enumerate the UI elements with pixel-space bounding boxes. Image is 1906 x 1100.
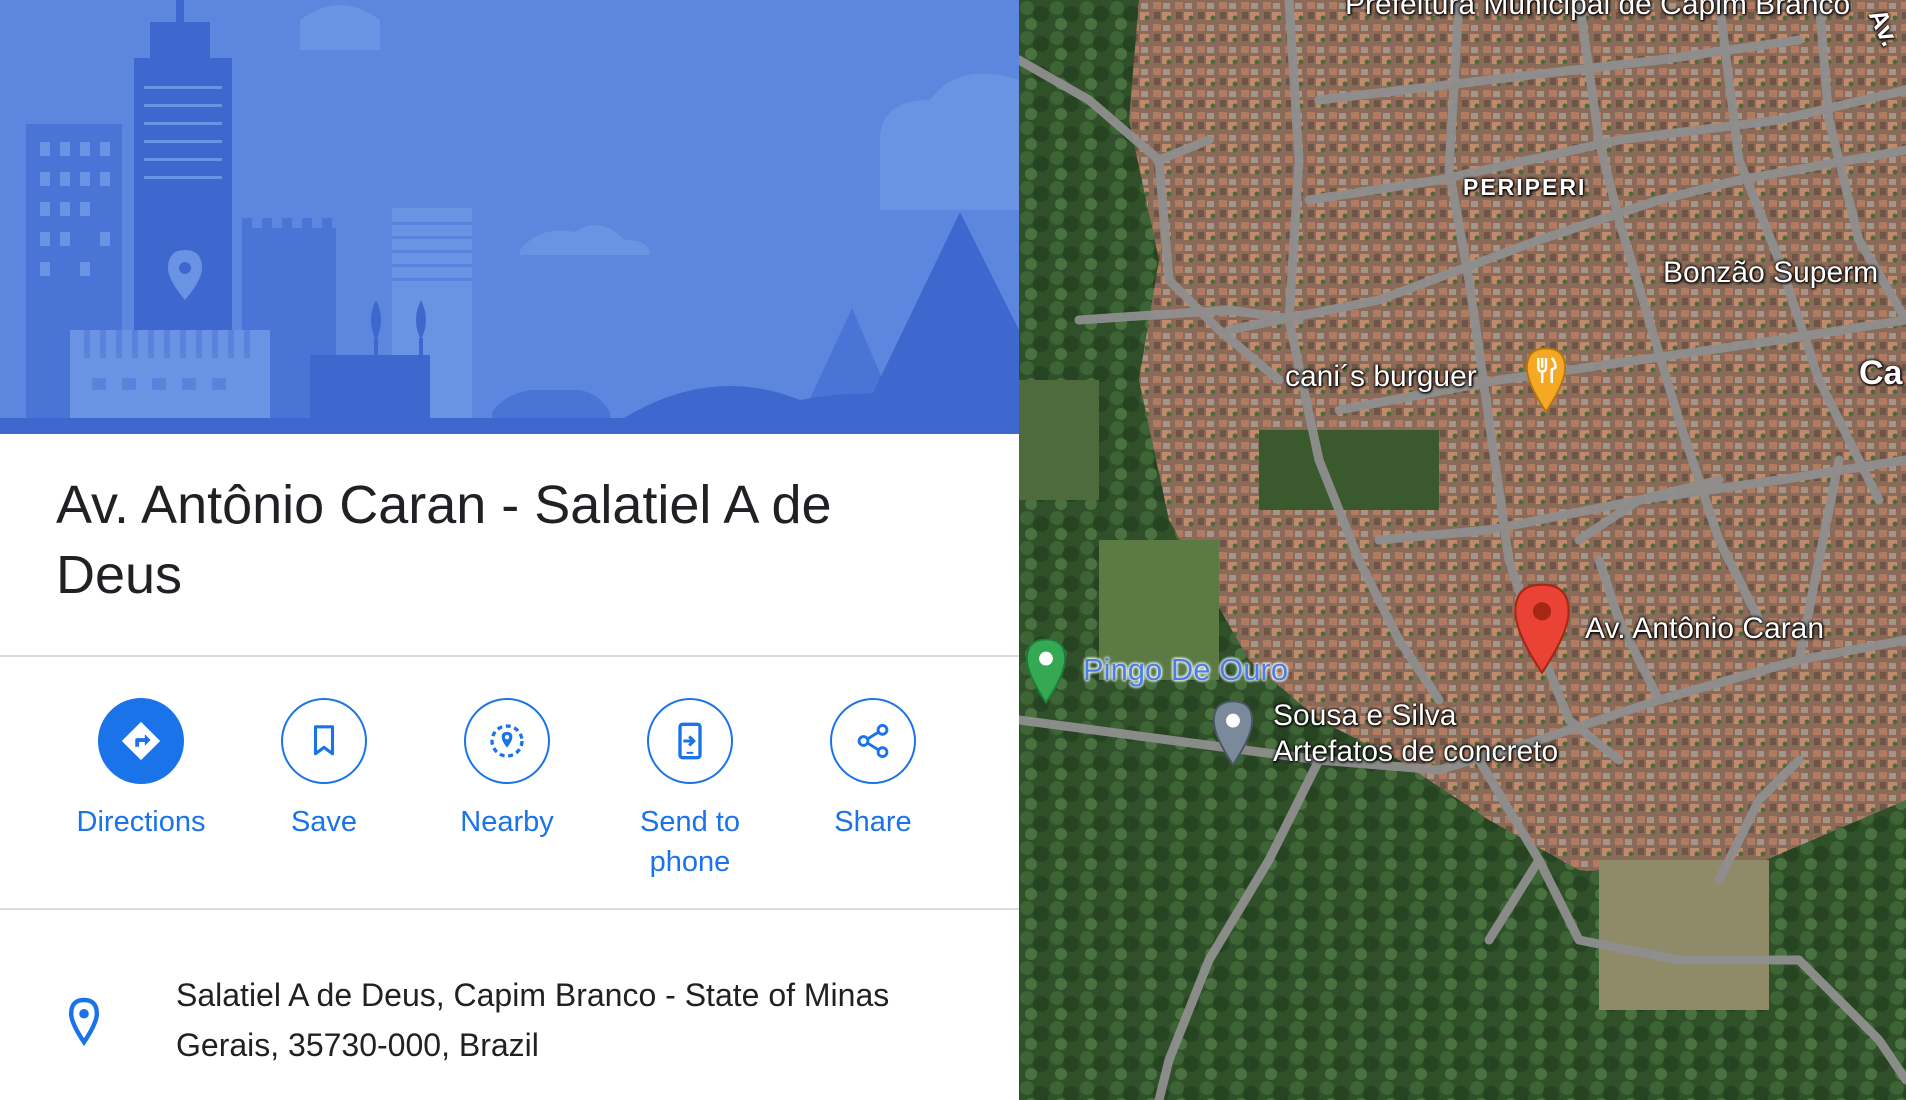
share-label: Share: [834, 806, 912, 838]
map-label-canis-burguer: cani´s burguer: [1285, 360, 1477, 393]
location-pin-icon: [62, 996, 106, 1053]
map-label-sousa-line2: Artefatos de concreto: [1273, 735, 1559, 768]
park-pin-icon[interactable]: [1023, 636, 1069, 713]
map-label-ca: Ca: [1859, 354, 1903, 392]
save-button[interactable]: Save: [239, 698, 409, 842]
map-imagery: [1019, 0, 1906, 1100]
map-label-sousa-line1: Sousa e Silva: [1273, 699, 1457, 732]
nearby-button[interactable]: Nearby: [422, 698, 592, 842]
send-to-phone-icon: [647, 698, 733, 784]
send-to-phone-button[interactable]: Send to phone: [605, 698, 775, 882]
save-label: Save: [290, 806, 358, 838]
nearby-label: Nearby: [460, 806, 554, 838]
directions-label: Directions: [76, 806, 206, 838]
map-label-prefeitura: Prefeitura Municipal de Capim Branco: [1345, 0, 1851, 21]
map-label-periperi: PERIPERI: [1463, 174, 1587, 200]
map-label-sousa-e-silva: Sousa e Silva Artefatos de concreto: [1273, 698, 1558, 770]
bookmark-icon: [281, 698, 367, 784]
place-title: Av. Antônio Caran - Salatiel A de Deus: [56, 475, 832, 605]
selected-location-pin-icon[interactable]: [1509, 582, 1575, 683]
map-label-pingo-de-ouro: Pingo De Ouro: [1083, 652, 1289, 687]
nearby-icon: [464, 698, 550, 784]
divider: [0, 655, 1019, 657]
restaurant-pin-icon[interactable]: [1523, 346, 1569, 421]
satellite-map[interactable]: Prefeitura Municipal de Capim Branco PER…: [1019, 0, 1906, 1100]
share-icon: [830, 698, 916, 784]
action-bar: Directions Save Nearby Send to phone Sha…: [0, 698, 1019, 898]
directions-button[interactable]: Directions: [56, 698, 226, 842]
place-panel: Av. Antônio Caran - Salatiel A de Deus D…: [0, 0, 1019, 1100]
map-label-selected-location: Av. Antônio Caran: [1585, 612, 1825, 645]
address-text: Salatiel A de Deus, Capim Branco - State…: [176, 977, 890, 1063]
generic-pin-icon[interactable]: [1210, 698, 1256, 775]
map-label-bonzao: Bonzão Superm: [1663, 256, 1879, 289]
address-row[interactable]: Salatiel A de Deus, Capim Branco - State…: [0, 960, 1019, 1080]
share-button[interactable]: Share: [788, 698, 958, 842]
directions-icon: [98, 698, 184, 784]
send-to-phone-label: Send to phone: [640, 806, 740, 878]
divider: [0, 908, 1019, 910]
place-hero-illustration: [0, 0, 1019, 434]
